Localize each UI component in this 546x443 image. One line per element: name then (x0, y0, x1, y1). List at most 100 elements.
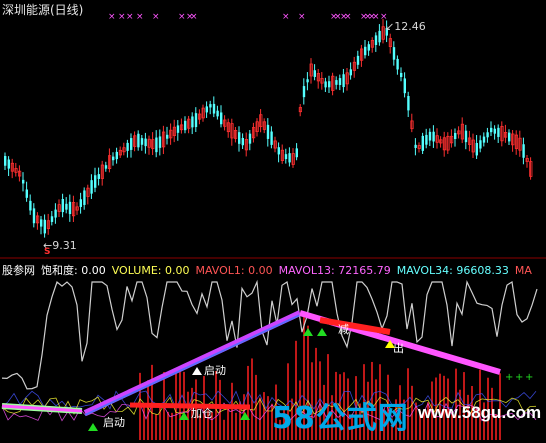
candle-body-down (349, 69, 352, 76)
candle-body-down (356, 55, 360, 65)
marker-label-add: 加仓 (191, 407, 213, 420)
plus-marker: + (505, 372, 513, 383)
candle-body-down (342, 74, 345, 88)
candle-body-down (432, 131, 435, 142)
candle-body-down (140, 138, 144, 145)
candle-body-down (428, 131, 432, 141)
buy-signal-marker: S (44, 247, 51, 257)
candle-body-down (94, 175, 97, 188)
candle-body-down (486, 132, 489, 138)
candle-body-down (137, 133, 140, 148)
x-marker: × (372, 12, 380, 22)
candle-body-down (79, 199, 82, 207)
candle-body-down (302, 86, 306, 98)
candle-body-down (248, 133, 252, 144)
candle-body-down (270, 131, 273, 145)
stock-chart-canvas: × × × × × × ×× × × ×××× ×××× × + + + (0, 12, 546, 440)
x-marker: × (126, 12, 134, 22)
x-marker: × (118, 12, 126, 22)
candle-body-down (83, 190, 86, 205)
candle-body-down (367, 44, 370, 51)
green-triangle-marker (317, 328, 327, 336)
candle-body-down (130, 138, 133, 150)
x-marker: × (152, 12, 160, 22)
mavol13-value: MAVOL13: 72165.79 (278, 264, 391, 277)
candle-body-down (479, 140, 482, 149)
candle-body-down (65, 203, 68, 210)
candle-body-down (288, 153, 291, 163)
candle-body-down (212, 103, 216, 114)
candle-body-down (392, 47, 396, 60)
candle-body-down (306, 79, 309, 83)
indicator-param: 饱和度: 0.00 (41, 264, 106, 277)
x-marker: × (344, 12, 352, 22)
candle-body-down (220, 112, 223, 125)
candle-body-down (482, 136, 486, 143)
candle-body-down (475, 142, 478, 156)
x-marker: × (178, 12, 186, 22)
candle-body-down (277, 147, 280, 155)
x-marker: × (282, 12, 290, 22)
candle-body-down (158, 136, 162, 148)
candle-body-down (184, 120, 187, 131)
candle-body-down (97, 174, 100, 179)
chart-title: 深圳能源(日线) (2, 3, 84, 17)
candle-body-down (90, 180, 93, 194)
plus-marker: + (515, 372, 523, 383)
mavol1-value: MAVOL1: 0.00 (195, 264, 273, 277)
candle-body-down (328, 81, 331, 88)
indicator-name: 股参网 (2, 264, 35, 277)
candle-body-down (378, 30, 381, 43)
candle-body-down (407, 96, 410, 111)
candle-body-down (22, 179, 25, 184)
candle-body-down (50, 216, 54, 222)
candle-body-down (61, 199, 64, 213)
candle-body-down (166, 134, 169, 139)
candle-body-down (403, 78, 406, 94)
candle-body-down (335, 80, 338, 85)
candle-body-down (112, 156, 115, 161)
candle-body-down (104, 165, 108, 169)
candle-body-down (493, 128, 496, 134)
green-triangle-marker (88, 423, 98, 431)
marker-label-reduce: 减 (338, 323, 349, 336)
ma-truncated: MA (514, 264, 532, 277)
candle-body-down (68, 201, 72, 215)
candle-body-down (425, 134, 428, 145)
candle-body-down (338, 78, 342, 86)
marker-label-start: 启动 (204, 364, 226, 377)
mavol34-value: MAVOL34: 96608.33 (396, 264, 509, 277)
candle-body-down (522, 144, 525, 158)
watermark-site: www.58gu.com (418, 403, 542, 422)
candle-body-down (216, 110, 219, 117)
candle-body-down (126, 142, 129, 151)
candle-body-down (313, 70, 316, 77)
candle-body-down (266, 124, 270, 139)
candle-body-down (414, 144, 417, 148)
candle-body-down (4, 156, 7, 166)
candle-body-down (43, 219, 46, 234)
plus-marker: + (525, 372, 533, 383)
volume-value: VOLUME: 0.00 (111, 264, 190, 277)
high-price-label: ↙12.46 (385, 20, 426, 33)
candle-body-down (144, 138, 147, 147)
candle-body-down (508, 132, 511, 142)
candle-body-down (25, 189, 28, 198)
candle-body-down (295, 148, 298, 158)
candle-body-down (324, 81, 327, 88)
candlestick-series (4, 19, 533, 238)
candle-body-down (400, 72, 403, 78)
candle-body-down (54, 209, 57, 218)
marker-label-out: 出 (393, 342, 404, 355)
candle-body-down (497, 127, 500, 137)
candle-body-down (374, 35, 378, 45)
candle-body-down (238, 132, 241, 144)
candle-body-down (284, 154, 288, 160)
white-triangle-marker (192, 367, 202, 375)
candle-body-down (490, 127, 493, 133)
candle-body-down (364, 46, 367, 56)
candle-body-down (32, 208, 36, 224)
x-marker: × (190, 12, 198, 22)
candle-body-down (191, 116, 194, 128)
candle-body-down (7, 159, 10, 169)
